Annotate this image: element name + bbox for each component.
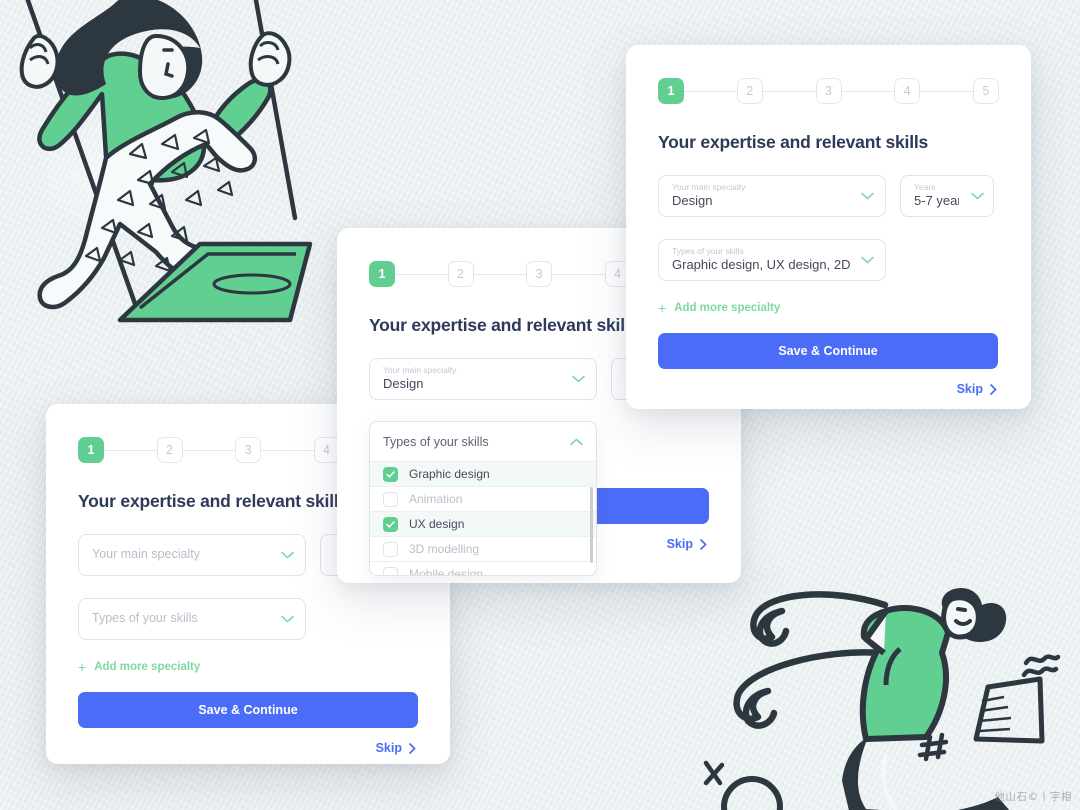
step-connector <box>104 449 157 451</box>
add-more-specialty-label: Add more specialty <box>674 302 781 314</box>
chevron-down-icon <box>861 187 874 205</box>
step-1[interactable]: 1 <box>369 261 395 287</box>
chevron-down-icon <box>281 546 294 564</box>
plus-icon: + <box>78 659 87 675</box>
step-5[interactable]: 5 <box>973 78 999 104</box>
list-item[interactable]: 3D modelling <box>370 537 596 562</box>
chevron-right-icon <box>700 538 707 550</box>
main-specialty-label: Your main specialty <box>672 182 746 193</box>
step-connector <box>684 90 737 92</box>
main-specialty-select[interactable]: Your main specialty <box>78 534 306 576</box>
list-item-label: Mobile design <box>409 567 484 575</box>
checkbox-unchecked-icon[interactable] <box>383 541 398 557</box>
step-connector <box>762 90 816 92</box>
step-1[interactable]: 1 <box>78 437 104 463</box>
step-connector <box>261 449 314 451</box>
step-3[interactable]: 3 <box>526 261 552 287</box>
chevron-up-icon <box>570 438 583 445</box>
chevron-down-icon <box>861 251 874 269</box>
checkbox-unchecked-icon[interactable] <box>383 491 398 507</box>
step-connector <box>182 449 235 451</box>
field-row-skills: Types of your skills Graphic design, UX … <box>658 239 999 281</box>
skills-value: Graphic design, UX design, 2D Illu... <box>672 257 851 273</box>
list-item-label: 3D modelling <box>409 542 480 556</box>
page-title: Your expertise and relevant skills <box>658 132 929 152</box>
years-value: 5-7 years <box>914 193 959 209</box>
plus-icon: + <box>658 300 667 316</box>
step-4[interactable]: 4 <box>313 437 340 463</box>
skills-placeholder: Types of your skills <box>92 611 198 626</box>
skip-label: Skip <box>666 537 693 551</box>
chevron-down-icon <box>971 187 984 205</box>
main-specialty-select[interactable]: Your main specialty Design <box>369 358 597 400</box>
dropdown-scrollbar[interactable] <box>590 487 593 563</box>
step-2[interactable]: 2 <box>447 261 474 287</box>
add-more-specialty-link[interactable]: + Add more specialty <box>658 301 780 315</box>
watermark: 他山石©丨字相 <box>994 791 1072 803</box>
skip-label: Skip <box>375 741 402 755</box>
skills-dropdown-title: Types of your skills <box>383 434 489 449</box>
list-item-label: Animation <box>409 492 463 506</box>
main-specialty-value: Design <box>672 193 713 209</box>
checkbox-checked-icon[interactable] <box>383 516 398 532</box>
save-continue-button[interactable]: Save & Continue <box>78 692 418 728</box>
stepper: 1 2 3 4 5 <box>658 78 999 104</box>
step-2[interactable]: 2 <box>736 78 763 104</box>
field-row-skills: Types of your skills <box>78 598 418 640</box>
add-more-specialty-label: Add more specialty <box>94 661 201 673</box>
list-item-label: Graphic design <box>409 467 490 481</box>
field-row-specialty: Your main specialty Design Years 5-7 yea… <box>658 175 999 217</box>
skip-link[interactable]: Skip <box>658 382 999 396</box>
step-connector <box>552 273 605 275</box>
step-3[interactable]: 3 <box>815 78 842 104</box>
main-specialty-placeholder: Your main specialty <box>92 547 200 562</box>
step-connector <box>920 90 973 92</box>
skills-dropdown-header[interactable]: Types of your skills <box>370 422 596 462</box>
chevron-down-icon <box>281 610 294 628</box>
step-3[interactable]: 3 <box>235 437 261 463</box>
checkbox-unchecked-icon[interactable] <box>383 566 398 575</box>
years-select[interactable]: Years 5-7 years <box>900 175 994 217</box>
step-connector <box>395 273 448 275</box>
step-connector <box>841 90 895 92</box>
step-4[interactable]: 4 <box>894 78 921 104</box>
add-more-specialty-link[interactable]: + Add more specialty <box>78 660 200 674</box>
step-2[interactable]: 2 <box>156 437 183 463</box>
checkbox-checked-icon[interactable] <box>383 466 398 482</box>
step-connector <box>473 273 526 275</box>
list-item[interactable]: Animation <box>370 487 596 512</box>
list-item[interactable]: Graphic design <box>370 462 596 487</box>
man-leaning-back-illustration <box>703 587 1061 810</box>
skip-label: Skip <box>956 382 983 396</box>
list-item[interactable]: Mobile design <box>370 562 596 575</box>
main-specialty-select[interactable]: Your main specialty Design <box>658 175 886 217</box>
woman-on-swing-illustration <box>19 0 313 323</box>
main-specialty-value: Design <box>383 376 424 392</box>
onboarding-card-filled: 1 2 3 4 5 Your expertise and relevant sk… <box>626 45 1031 409</box>
skills-select[interactable]: Types of your skills <box>78 598 306 640</box>
list-item-label: UX design <box>409 517 465 531</box>
chevron-right-icon <box>409 742 416 754</box>
skills-dropdown-open[interactable]: Types of your skills Graphic design Anim… <box>369 421 597 576</box>
save-continue-button[interactable]: Save & Continue <box>658 333 998 369</box>
skip-link[interactable]: Skip <box>78 741 418 755</box>
skills-select[interactable]: Types of your skills Graphic design, UX … <box>658 239 886 281</box>
years-label: Years <box>914 182 936 193</box>
chevron-down-icon <box>572 370 585 388</box>
skills-label: Types of your skills <box>672 246 744 257</box>
list-item[interactable]: UX design <box>370 512 596 537</box>
main-specialty-label: Your main specialty <box>383 365 457 376</box>
step-1[interactable]: 1 <box>658 78 684 104</box>
chevron-right-icon <box>990 383 997 395</box>
skills-options-list[interactable]: Graphic design Animation UX design 3D mo… <box>370 462 596 575</box>
